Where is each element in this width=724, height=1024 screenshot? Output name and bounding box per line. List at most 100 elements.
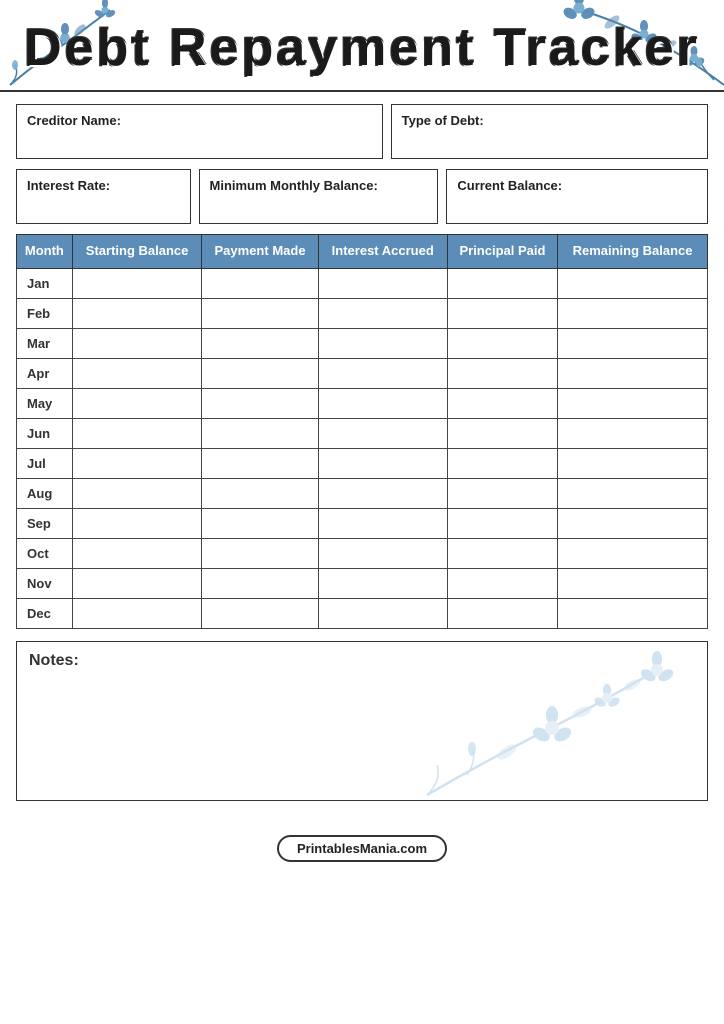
table-row: Nov [17,568,708,598]
cell-month: Oct [17,538,73,568]
cell-data [447,388,557,418]
cell-data [318,418,447,448]
cell-data [447,568,557,598]
cell-data [318,328,447,358]
cell-data [72,268,202,298]
interest-label: Interest Rate: [27,178,180,193]
cell-data [447,448,557,478]
cell-data [318,358,447,388]
table-row: Sep [17,508,708,538]
cell-data [447,328,557,358]
table-row: Aug [17,478,708,508]
table-row: Jul [17,448,708,478]
cell-data [447,418,557,448]
cell-month: Aug [17,478,73,508]
cell-data [72,298,202,328]
cell-data [72,358,202,388]
table-row: Feb [17,298,708,328]
table-row: Dec [17,598,708,628]
cell-data [447,268,557,298]
col-principal: Principal Paid [447,235,557,269]
minimum-label: Minimum Monthly Balance: [210,178,428,193]
col-starting: Starting Balance [72,235,202,269]
cell-month: Apr [17,358,73,388]
cell-data [558,448,708,478]
col-payment: Payment Made [202,235,318,269]
cell-data [318,508,447,538]
cell-data [318,388,447,418]
col-interest: Interest Accrued [318,235,447,269]
cell-month: Jan [17,268,73,298]
creditor-box: Creditor Name: [16,104,383,159]
footer: PrintablesMania.com [0,827,724,876]
cell-data [202,328,318,358]
table-row: Mar [17,328,708,358]
cell-data [202,508,318,538]
cell-data [202,568,318,598]
tracker-table: Month Starting Balance Payment Made Inte… [16,234,708,629]
cell-month: Nov [17,568,73,598]
main-content: Creditor Name: Type of Debt: Interest Ra… [0,92,724,827]
cell-data [72,538,202,568]
notes-label: Notes: [29,652,79,669]
info-row-2: Interest Rate: Minimum Monthly Balance: … [16,169,708,224]
cell-data [558,328,708,358]
cell-data [558,598,708,628]
cell-data [558,268,708,298]
cell-data [202,298,318,328]
cell-month: May [17,388,73,418]
cell-data [202,358,318,388]
table-row: Jan [17,268,708,298]
col-remaining: Remaining Balance [558,235,708,269]
cell-data [447,478,557,508]
current-label: Current Balance: [457,178,697,193]
cell-data [318,298,447,328]
notes-section: Notes: [16,641,708,801]
cell-data [558,388,708,418]
cell-month: Jul [17,448,73,478]
info-row-1: Creditor Name: Type of Debt: [16,104,708,159]
cell-data [558,478,708,508]
cell-data [558,358,708,388]
table-row: Oct [17,538,708,568]
col-month: Month [17,235,73,269]
cell-month: Mar [17,328,73,358]
cell-data [447,508,557,538]
type-box: Type of Debt: [391,104,708,159]
cell-month: Dec [17,598,73,628]
cell-data [447,538,557,568]
table-header-row: Month Starting Balance Payment Made Inte… [17,235,708,269]
cell-data [72,568,202,598]
page: Debt Repayment Tracker Creditor Name: Ty… [0,0,724,1024]
page-title: Debt Repayment Tracker [10,10,714,82]
cell-data [72,598,202,628]
cell-data [558,298,708,328]
cell-month: Jun [17,418,73,448]
cell-data [202,448,318,478]
interest-box: Interest Rate: [16,169,191,224]
cell-data [202,598,318,628]
cell-data [558,568,708,598]
cell-data [318,448,447,478]
cell-data [72,418,202,448]
cell-data [318,568,447,598]
cell-data [558,418,708,448]
cell-data [318,598,447,628]
type-label: Type of Debt: [402,113,697,128]
cell-data [558,538,708,568]
cell-data [72,478,202,508]
cell-data [202,478,318,508]
cell-data [72,328,202,358]
cell-data [202,538,318,568]
cell-month: Sep [17,508,73,538]
minimum-box: Minimum Monthly Balance: [199,169,439,224]
cell-data [72,508,202,538]
table-row: Jun [17,418,708,448]
cell-data [558,508,708,538]
cell-month: Feb [17,298,73,328]
table-body: JanFebMarAprMayJunJulAugSepOctNovDec [17,268,708,628]
cell-data [318,478,447,508]
cell-data [318,268,447,298]
flower-notes-icon [407,650,707,800]
current-box: Current Balance: [446,169,708,224]
